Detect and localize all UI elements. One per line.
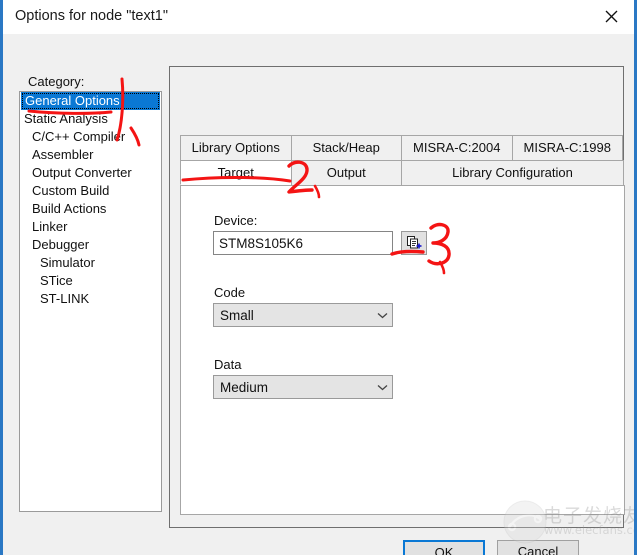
chevron-down-icon (372, 384, 392, 391)
close-icon (605, 10, 618, 23)
category-item-general-options[interactable]: General Options (21, 92, 160, 110)
category-item-debugger[interactable]: Debugger (20, 236, 161, 254)
chevron-down-icon (372, 312, 392, 319)
category-item-assembler[interactable]: Assembler (20, 146, 161, 164)
tab-target[interactable]: Target (180, 160, 292, 185)
category-item-custom-build[interactable]: Custom Build (20, 182, 161, 200)
code-model-value: Small (220, 307, 254, 323)
tab-library-configuration[interactable]: Library Configuration (401, 160, 624, 185)
category-item-c-cpp-compiler[interactable]: C/C++ Compiler (20, 128, 161, 146)
tab-misra-c-1998[interactable]: MISRA-C:1998 (511, 135, 623, 160)
tab-strip: Library Options Stack/Heap MISRA-C:2004 … (180, 135, 625, 185)
device-select-icon (407, 236, 422, 249)
tab-stack-heap[interactable]: Stack/Heap (290, 135, 402, 160)
tab-row-lower: Target Output Library Configuration (180, 160, 625, 185)
category-item-static-analysis[interactable]: Static Analysis (20, 110, 161, 128)
watermark-logo-icon (503, 500, 547, 544)
category-item-simulator[interactable]: Simulator (20, 254, 161, 272)
category-label: Category: (28, 74, 85, 89)
category-item-stice[interactable]: STice (20, 272, 161, 290)
tab-output[interactable]: Output (290, 160, 402, 185)
title-bar: Options for node "text1" (3, 0, 634, 34)
data-model-value: Medium (220, 379, 269, 395)
watermark-url: www.elecfans.com (544, 523, 634, 537)
category-list[interactable]: General Options Static Analysis C/C++ Co… (19, 91, 162, 512)
category-item-build-actions[interactable]: Build Actions (20, 200, 161, 218)
options-dialog-window: Options for node "text1" Category: Gener… (0, 0, 637, 555)
device-input[interactable] (213, 231, 393, 255)
category-item-st-link[interactable]: ST-LINK (20, 290, 161, 308)
code-model-dropdown[interactable]: Small (213, 303, 393, 327)
ok-button[interactable]: OK (403, 540, 485, 555)
data-label: Data (214, 357, 242, 372)
tab-misra-c-2004[interactable]: MISRA-C:2004 (401, 135, 513, 160)
window-title: Options for node "text1" (15, 8, 168, 24)
options-panel: Library Options Stack/Heap MISRA-C:2004 … (169, 66, 625, 528)
tab-panel-target: Device: Code Small (180, 185, 625, 515)
category-item-linker[interactable]: Linker (20, 218, 161, 236)
data-model-dropdown[interactable]: Medium (213, 375, 393, 399)
device-label: Device: (214, 213, 258, 228)
device-select-button[interactable] (401, 231, 427, 255)
tab-row-upper: Library Options Stack/Heap MISRA-C:2004 … (180, 135, 625, 160)
tab-library-options[interactable]: Library Options (180, 135, 292, 160)
dialog-body: Category: General Options Static Analysi… (3, 34, 634, 555)
close-button[interactable] (589, 0, 634, 33)
watermark: 电子发烧友 www.elecfans.com (503, 497, 634, 555)
code-label: Code (214, 285, 246, 300)
category-item-output-converter[interactable]: Output Converter (20, 164, 161, 182)
